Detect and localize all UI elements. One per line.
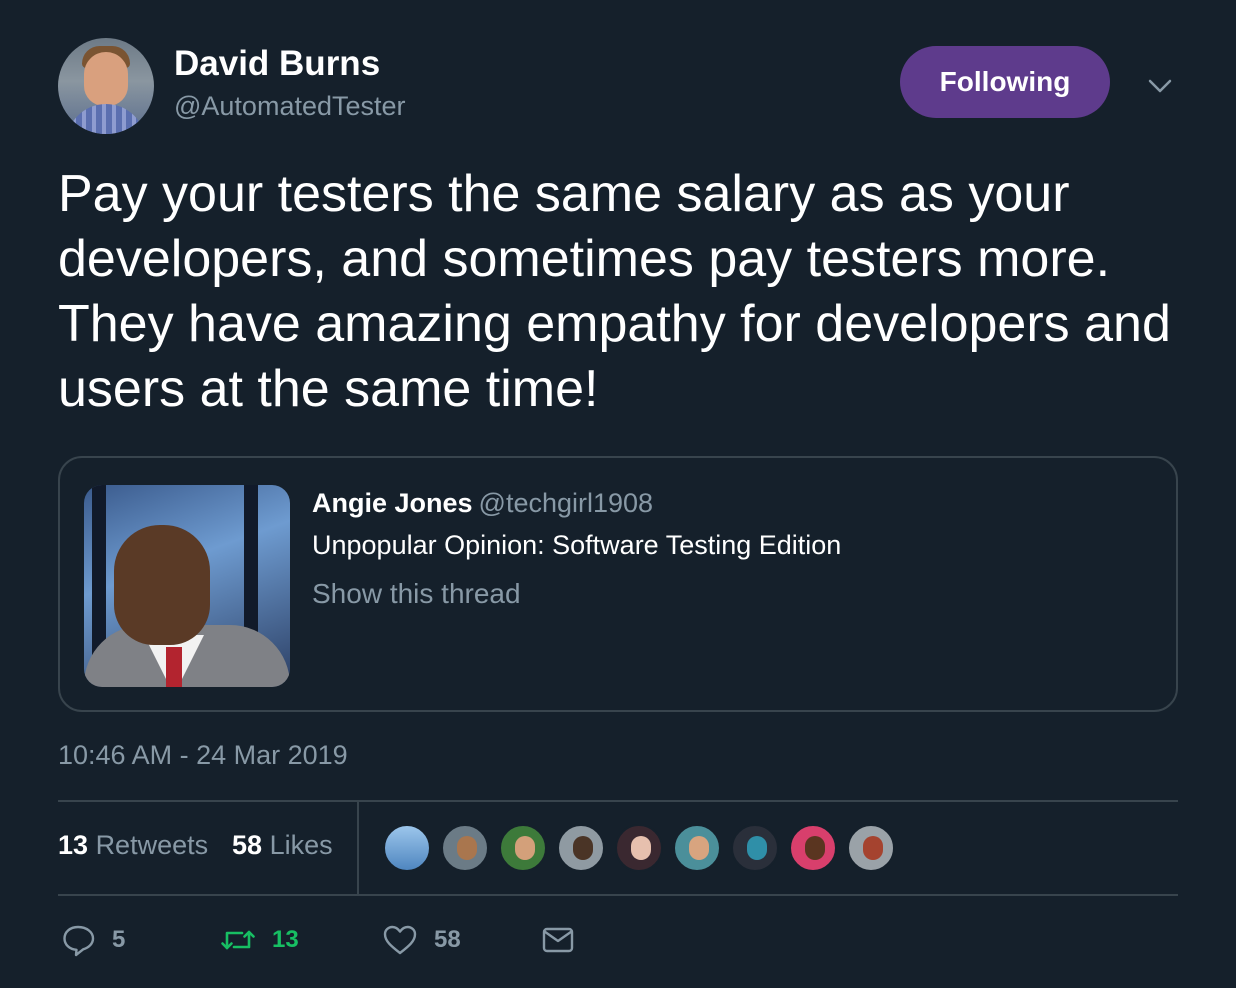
reply-count: 5	[112, 926, 126, 953]
liker-avatar[interactable]	[673, 824, 721, 872]
direct-message-button[interactable]	[540, 920, 576, 960]
following-button[interactable]: Following	[900, 46, 1110, 118]
author-avatar[interactable]	[58, 38, 154, 134]
likes-stat[interactable]: 58 Likes	[232, 830, 333, 861]
liker-avatar[interactable]	[383, 824, 431, 872]
reply-button[interactable]: 5	[60, 920, 125, 960]
avatar-face	[84, 52, 128, 106]
retweets-label: Retweets	[95, 830, 209, 860]
divider	[357, 802, 359, 894]
like-count: 58	[434, 926, 461, 953]
liker-avatar[interactable]	[847, 824, 895, 872]
liker-avatar[interactable]	[499, 824, 547, 872]
tweet-detail: David Burns @AutomatedTester Following P…	[0, 0, 1236, 988]
liker-avatar[interactable]	[731, 824, 779, 872]
retweet-icon	[221, 930, 255, 950]
likes-count: 58	[232, 830, 263, 860]
author-handle[interactable]: @AutomatedTester	[174, 91, 406, 122]
liker-avatar[interactable]	[557, 824, 605, 872]
heart-icon	[383, 925, 417, 955]
reply-icon	[63, 925, 95, 957]
quoted-tweet-card[interactable]: Angie Jones @techgirl1908 Unpopular Opini…	[58, 456, 1178, 712]
envelope-icon	[542, 927, 574, 953]
show-thread-link[interactable]: Show this thread	[312, 578, 521, 610]
divider	[58, 894, 1178, 896]
quoted-tweet-text: Unpopular Opinion: Software Testing Edit…	[312, 530, 842, 560]
author-name[interactable]: David Burns	[174, 44, 380, 84]
liker-avatar[interactable]	[441, 824, 489, 872]
quoted-author-name: Angie Jones	[312, 488, 473, 518]
tweet-text: Pay your testers the same salary as as y…	[58, 165, 1171, 418]
liker-avatar[interactable]	[615, 824, 663, 872]
likes-label: Likes	[269, 830, 333, 860]
divider	[58, 800, 1178, 802]
retweets-count: 13	[58, 830, 89, 860]
retweet-count: 13	[272, 926, 299, 953]
retweet-button[interactable]: 13	[220, 920, 299, 960]
retweets-stat[interactable]: 13 Retweets	[58, 830, 208, 861]
like-button[interactable]: 58	[382, 920, 461, 960]
chevron-down-icon[interactable]	[1146, 74, 1174, 98]
quoted-author-handle: @techgirl1908	[478, 488, 654, 518]
tweet-timestamp[interactable]: 10:46 AM - 24 Mar 2019	[58, 740, 348, 771]
quoted-author: Angie Jones @techgirl1908	[312, 488, 653, 519]
quoted-tweet-image	[84, 485, 290, 687]
avatar-shirt	[66, 104, 146, 134]
liker-avatar[interactable]	[789, 824, 837, 872]
